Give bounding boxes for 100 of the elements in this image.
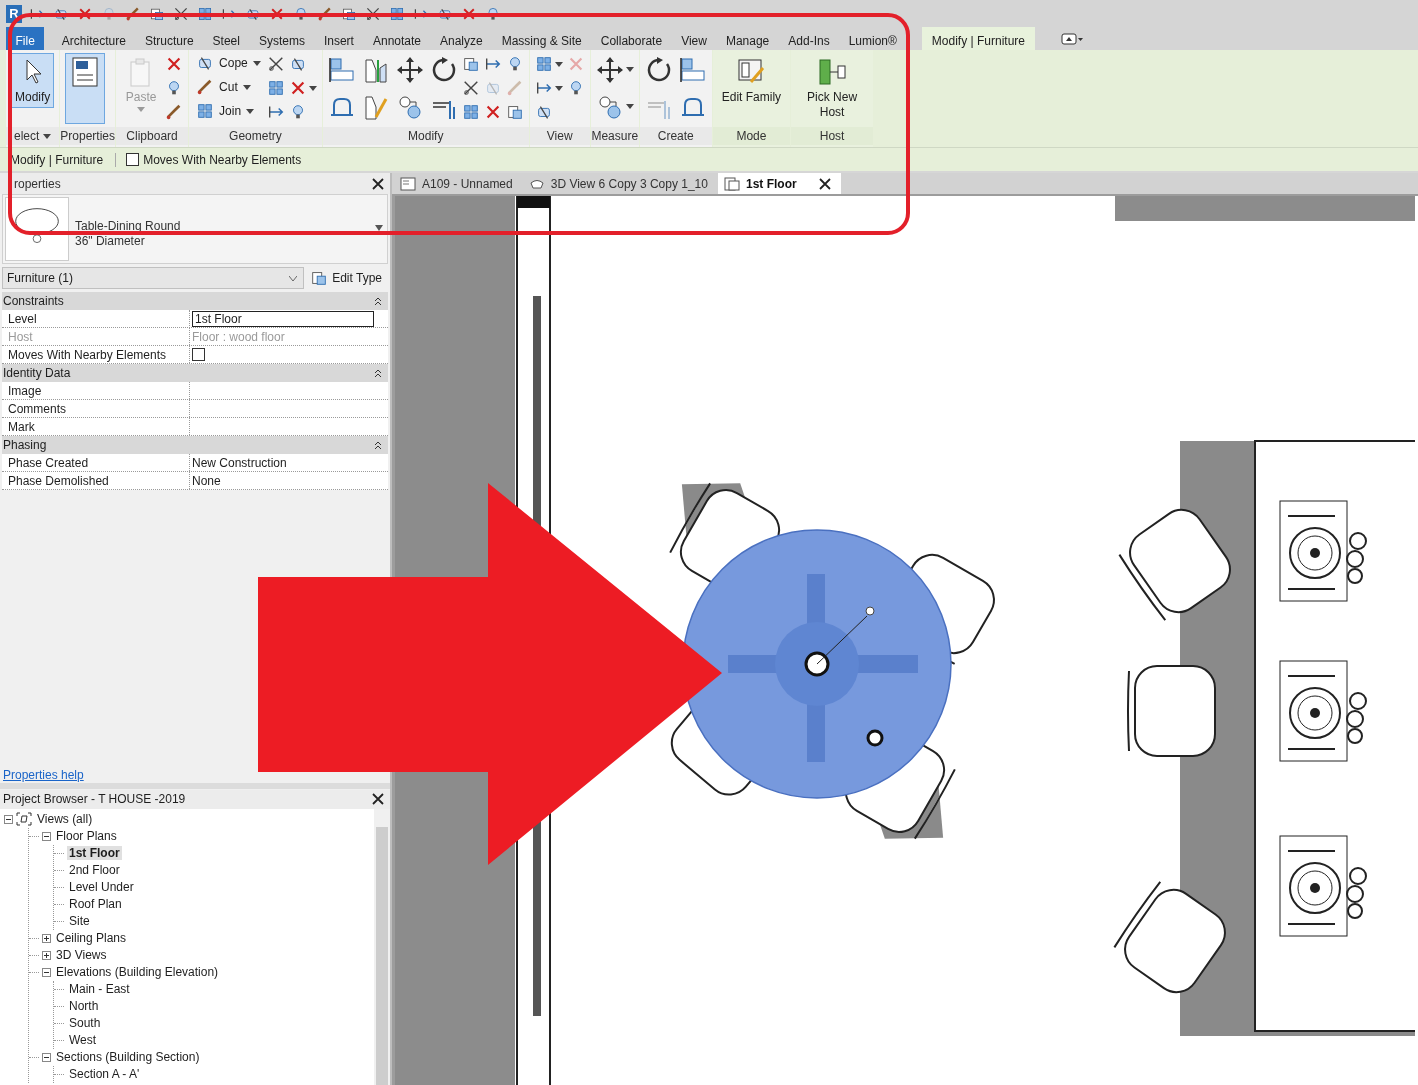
tool-button[interactable]: Cope bbox=[194, 53, 263, 73]
group-header: Phasing bbox=[3, 438, 47, 452]
panel-toggle-icon[interactable] bbox=[1060, 33, 1083, 45]
document-tab[interactable]: A109 - Unnamed bbox=[394, 173, 523, 194]
help-link[interactable]: Properties help bbox=[3, 767, 84, 782]
panel-title: Properties bbox=[60, 127, 116, 145]
tree-item[interactable]: Elevations (Building Elevation) bbox=[54, 965, 221, 979]
tool-icon[interactable] bbox=[395, 55, 424, 84]
type-selector[interactable]: Table-Dining Round 36" Diameter bbox=[2, 194, 388, 264]
tree-item[interactable]: Sections (Building Section) bbox=[54, 1050, 202, 1064]
tool-icon[interactable] bbox=[461, 55, 480, 73]
tool-icon[interactable] bbox=[461, 79, 480, 97]
ribbon-tab[interactable]: Manage bbox=[716, 27, 779, 50]
caret-icon[interactable] bbox=[625, 67, 634, 72]
document-tab[interactable]: 1st Floor bbox=[717, 173, 841, 194]
tree-item[interactable]: Section A - A' bbox=[67, 1067, 142, 1081]
tool-button[interactable]: Cut bbox=[194, 77, 263, 97]
tool-icon[interactable] bbox=[266, 55, 285, 73]
property-label: Phase Demolished bbox=[2, 472, 190, 489]
tree-item[interactable]: Site bbox=[67, 914, 92, 928]
ribbon-tab[interactable]: Lumion® bbox=[839, 27, 907, 50]
tree-item[interactable]: Views (all) bbox=[35, 812, 95, 826]
property-label: Phase Created bbox=[2, 454, 190, 471]
caret-icon[interactable] bbox=[308, 85, 317, 91]
property-label: Mark bbox=[2, 418, 190, 435]
ribbon-tab[interactable]: Analyze bbox=[430, 27, 493, 50]
checkbox[interactable] bbox=[192, 348, 205, 361]
caret-icon[interactable] bbox=[554, 85, 563, 91]
tool-button[interactable]: Pick New Host bbox=[796, 53, 869, 123]
collapse-icon[interactable] bbox=[42, 1052, 51, 1062]
tool-icon[interactable] bbox=[364, 5, 382, 22]
ribbon-tab[interactable]: Structure bbox=[135, 27, 204, 50]
tree-item[interactable]: West bbox=[67, 1033, 99, 1047]
caret-icon[interactable] bbox=[554, 61, 563, 67]
ribbon-tab[interactable]: Modify | Furniture bbox=[922, 27, 1035, 50]
tree-item[interactable]: Level Under bbox=[67, 880, 136, 894]
property-value: New Construction bbox=[192, 455, 287, 470]
panel-title: Measure bbox=[590, 127, 639, 145]
tool-icon[interactable] bbox=[595, 55, 624, 84]
wall-block-icon bbox=[816, 56, 849, 88]
tree-item[interactable]: 1st Floor bbox=[67, 846, 122, 860]
dropdown-icon[interactable] bbox=[375, 225, 383, 231]
tree-item[interactable]: 2nd Floor bbox=[67, 863, 122, 877]
tree-item[interactable]: Floor Plans bbox=[54, 829, 119, 843]
edit-type-button[interactable]: Edit Type bbox=[310, 269, 388, 287]
sheet-icon bbox=[400, 176, 416, 191]
tree-item[interactable]: Roof Plan bbox=[67, 897, 124, 911]
ribbon-tab[interactable]: Insert bbox=[314, 27, 364, 50]
caret-icon[interactable] bbox=[625, 104, 634, 109]
ribbon-tab[interactable]: View bbox=[671, 27, 717, 50]
checkbox[interactable] bbox=[126, 153, 140, 166]
floor-plan-icon bbox=[723, 176, 740, 191]
table-thumbnail bbox=[5, 197, 69, 261]
ribbon-tab[interactable]: Architecture bbox=[52, 27, 136, 50]
property-value: None bbox=[192, 473, 221, 488]
type-size: 36" Diameter bbox=[75, 234, 146, 249]
close-icon[interactable] bbox=[372, 793, 384, 805]
ribbon-tab[interactable]: Systems bbox=[249, 27, 315, 50]
instance-filter[interactable]: Furniture (1) bbox=[2, 267, 305, 289]
tool-icon[interactable] bbox=[678, 55, 707, 84]
tool-icon[interactable] bbox=[327, 55, 356, 84]
ribbon-tab[interactable]: Annotate bbox=[363, 27, 431, 50]
expand-icon[interactable] bbox=[42, 933, 51, 943]
panel-title: Mode bbox=[712, 127, 791, 145]
collapse-icon[interactable] bbox=[4, 814, 13, 824]
tool-button[interactable]: Join bbox=[194, 101, 263, 121]
panel-title: Host bbox=[791, 127, 874, 145]
ribbon-tab[interactable]: Steel bbox=[203, 27, 250, 50]
property-label: Comments bbox=[2, 400, 190, 417]
property-label: Image bbox=[2, 382, 190, 399]
caret-icon bbox=[252, 60, 261, 66]
collapse-icon[interactable] bbox=[42, 831, 51, 841]
scrollbar[interactable] bbox=[374, 808, 390, 1085]
caret-icon[interactable] bbox=[43, 133, 52, 139]
tool-button[interactable]: Edit Family bbox=[717, 53, 786, 108]
selected-table[interactable] bbox=[682, 529, 952, 799]
tree-item[interactable]: South bbox=[67, 1016, 103, 1030]
tool-icon[interactable] bbox=[172, 5, 190, 22]
collapse-icon[interactable] bbox=[42, 967, 51, 977]
tool-button[interactable]: Modify bbox=[11, 53, 55, 108]
ribbon-tab[interactable]: Massing & Site bbox=[492, 27, 592, 50]
ribbon-tab[interactable]: Collaborate bbox=[591, 27, 672, 50]
ribbon-tab[interactable]: File bbox=[6, 27, 45, 50]
collapse-icon[interactable] bbox=[374, 440, 382, 450]
tree-item[interactable]: 3D Views bbox=[54, 948, 109, 962]
expand-icon[interactable] bbox=[42, 950, 51, 960]
tool-icon[interactable] bbox=[505, 103, 524, 121]
collapse-icon[interactable] bbox=[374, 368, 382, 378]
document-tab[interactable]: 3D View 6 Copy 3 Copy 1_10 bbox=[522, 173, 718, 194]
ribbon-tab[interactable]: Add-Ins bbox=[778, 27, 840, 50]
property-label: Moves With Nearby Elements bbox=[2, 346, 190, 363]
close-icon[interactable] bbox=[818, 177, 831, 190]
property-field[interactable]: 1st Floor bbox=[192, 311, 374, 327]
collapse-icon[interactable] bbox=[374, 296, 382, 306]
tree-item[interactable]: Main - East bbox=[67, 982, 132, 996]
properties-button[interactable] bbox=[65, 53, 106, 124]
tree-item[interactable]: North bbox=[67, 999, 101, 1013]
close-icon[interactable] bbox=[372, 177, 384, 190]
app-logo: R bbox=[6, 4, 22, 23]
tree-item[interactable]: Ceiling Plans bbox=[54, 931, 129, 945]
